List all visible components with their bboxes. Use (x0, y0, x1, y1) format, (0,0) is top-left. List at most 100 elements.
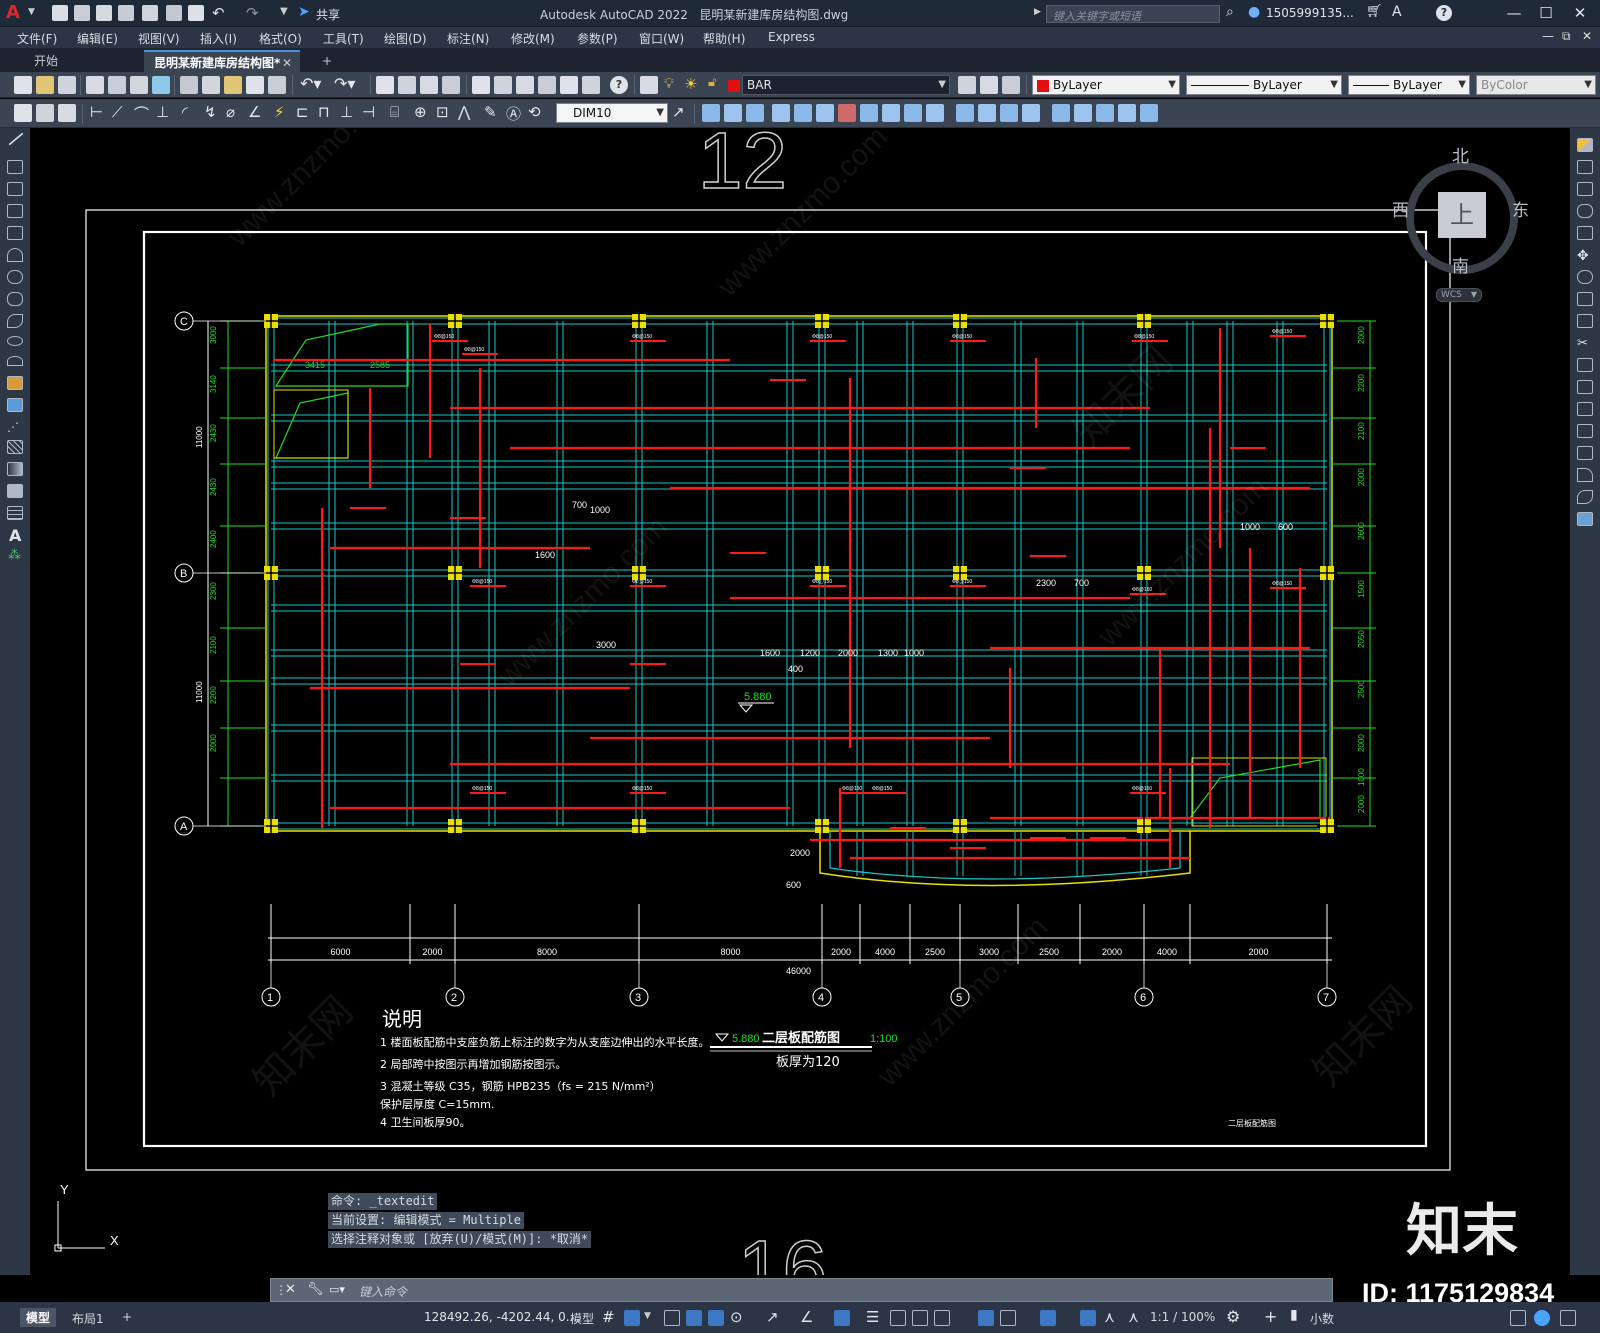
menu-dimension[interactable]: 标注(N) (447, 30, 489, 47)
tab-document[interactable]: 昆明某新建库房结构图* ✕ (144, 50, 300, 72)
modify-pedit-icon[interactable] (1140, 104, 1158, 122)
cart-icon[interactable]: 🛒︎ (1366, 4, 1383, 19)
modify-blend-icon[interactable] (1074, 104, 1092, 122)
extend-icon[interactable] (1577, 358, 1593, 372)
doc-restore-button[interactable]: ⧉ (1562, 29, 1571, 44)
annotation-monitor-icon[interactable]: + (1264, 1307, 1277, 1326)
search-input[interactable]: 键入关键字或短语 (1046, 5, 1220, 23)
linetype-dropdown[interactable]: ByLayer ▼ (1186, 75, 1342, 95)
tab-add-layout[interactable]: + (122, 1310, 132, 1324)
snap-icon[interactable] (624, 1310, 640, 1326)
dimstyle-dropdown[interactable]: DIM10 ▼ (556, 103, 668, 123)
autodesk-a360-icon[interactable]: A (1392, 4, 1402, 20)
modify-mirror-icon[interactable] (746, 104, 764, 122)
menu-insert[interactable]: 插入(I) (200, 30, 237, 47)
minimize-button[interactable]: — (1500, 2, 1528, 24)
modify-chamfer-icon[interactable] (1000, 104, 1018, 122)
scale-icon[interactable] (1577, 292, 1593, 306)
auto-scale-icon[interactable]: ⋏ (1104, 1308, 1115, 1326)
array-icon[interactable] (1577, 226, 1593, 240)
move-icon[interactable]: ✥ (1577, 248, 1593, 264)
dim-radius-icon[interactable]: ◜ (182, 103, 188, 121)
blend-curves-icon[interactable] (1577, 490, 1593, 504)
command-recent-icon[interactable]: ▭▾ (329, 1283, 345, 1296)
customize-qat-icon[interactable]: ▼ (280, 6, 288, 17)
dim-continue-icon[interactable]: ⊓ (318, 103, 330, 121)
tb-pan-icon[interactable] (376, 76, 394, 94)
tb-matchprop-icon[interactable] (246, 76, 264, 94)
tb-2-layer-icon[interactable] (58, 104, 76, 122)
copy-icon[interactable] (1577, 160, 1593, 174)
modify-array-icon[interactable] (794, 104, 812, 122)
menu-window[interactable]: 窗口(W) (639, 30, 684, 47)
open-icon[interactable] (74, 5, 90, 21)
modify-extend-icon[interactable] (926, 104, 944, 122)
annotation-scale-value[interactable]: 1:1 / 100% (1150, 1310, 1215, 1324)
selection-cycling-icon[interactable] (912, 1310, 928, 1326)
menu-draw[interactable]: 绘图(D) (384, 30, 427, 47)
tb-zoom-realtime-icon[interactable] (398, 76, 416, 94)
menu-help[interactable]: 帮助(H) (703, 30, 745, 47)
grid-icon[interactable]: # (602, 1308, 615, 1326)
dim-arc-icon[interactable]: ⌒ (134, 103, 149, 124)
construction-line-icon[interactable] (7, 160, 23, 174)
tb-new-icon[interactable] (14, 76, 32, 94)
save-web-icon[interactable] (166, 5, 182, 21)
share-icon[interactable]: ➤ (298, 4, 310, 20)
quick-properties-icon[interactable] (1510, 1310, 1526, 1326)
annotation-scale-icon[interactable]: ⋏ (1128, 1308, 1139, 1326)
tb-open-icon[interactable] (36, 76, 54, 94)
mirror-icon[interactable] (1577, 182, 1593, 196)
command-input[interactable]: 键入命令 (359, 1283, 407, 1300)
make-current-layer-icon[interactable] (958, 76, 976, 94)
save-as-icon[interactable] (118, 5, 134, 21)
modify-offset-icon[interactable] (772, 104, 790, 122)
search-expand-icon[interactable]: ▶ (1034, 7, 1041, 17)
tb-undo-icon[interactable]: ↶▾ (300, 74, 321, 93)
plot-icon[interactable] (188, 5, 204, 21)
wcs-menu[interactable]: WCS ▼ (1436, 288, 1482, 302)
dim-ordinate-icon[interactable]: ⊥ (156, 103, 169, 121)
osnap-tracking-icon[interactable]: ∠ (800, 1308, 813, 1326)
modify-fillet-icon[interactable] (1022, 104, 1040, 122)
dynamic-ucs-icon[interactable] (978, 1310, 994, 1326)
line-icon[interactable] (8, 132, 24, 146)
break-icon[interactable] (1577, 402, 1593, 416)
coordinate-readout[interactable]: 128492.26, -4202.44, 0.... (424, 1310, 581, 1324)
dim-angular-icon[interactable]: ∠ (248, 103, 261, 121)
hatch-icon[interactable] (7, 440, 23, 454)
erase-icon[interactable] (1577, 138, 1593, 152)
layer-properties-icon[interactable] (640, 76, 658, 94)
tb-help-icon[interactable]: ? (610, 76, 628, 94)
dim-update-icon[interactable]: ⟲ (528, 103, 541, 121)
dim-baseline-icon[interactable]: ⊏ (296, 103, 309, 121)
close-button[interactable]: ✕ (1566, 2, 1594, 24)
mtext-icon[interactable]: A (9, 526, 21, 545)
menu-file[interactable]: 文件(F) (17, 30, 57, 47)
tb-redo-icon[interactable]: ↷▾ (334, 74, 355, 93)
polar-icon[interactable]: ⊙ (730, 1308, 743, 1326)
lineweight-display-icon[interactable]: ☰ (866, 1308, 879, 1326)
dim-space-icon[interactable]: ⊥ (340, 103, 353, 121)
gradient-icon[interactable] (7, 462, 23, 476)
layer-previous-icon[interactable] (980, 76, 998, 94)
tab-start[interactable]: 开始 (24, 50, 68, 72)
revcloud-icon[interactable] (7, 292, 23, 306)
layer-dropdown[interactable]: BAR ▼ (742, 75, 950, 95)
menu-tools[interactable]: 工具(T) (323, 30, 364, 47)
help-icon[interactable]: ? (1436, 5, 1452, 21)
search-icon[interactable]: ⌕ (1226, 4, 1234, 20)
modify-break-icon[interactable] (956, 104, 974, 122)
command-line[interactable]: ⋮ ✕ 🔧︎ ▭▾ 键入命令 (270, 1278, 1333, 1302)
units-value[interactable]: 小数 (1310, 1310, 1334, 1327)
model-space-toggle[interactable]: 模型 (570, 1310, 594, 1327)
tb-preview-icon[interactable] (108, 76, 126, 94)
viewcube-south[interactable]: 南 (1452, 252, 1469, 277)
dynamic-input-icon[interactable] (686, 1310, 702, 1326)
dim-linear-icon[interactable]: ⊢ (90, 103, 103, 121)
undo-icon[interactable]: ↶ (212, 4, 225, 22)
table-icon[interactable] (7, 506, 23, 520)
dim-textedit-icon[interactable]: Ⓐ (506, 103, 521, 124)
command-customize-icon[interactable]: 🔧︎ (307, 1282, 324, 1297)
tb-paste-icon[interactable] (224, 76, 242, 94)
